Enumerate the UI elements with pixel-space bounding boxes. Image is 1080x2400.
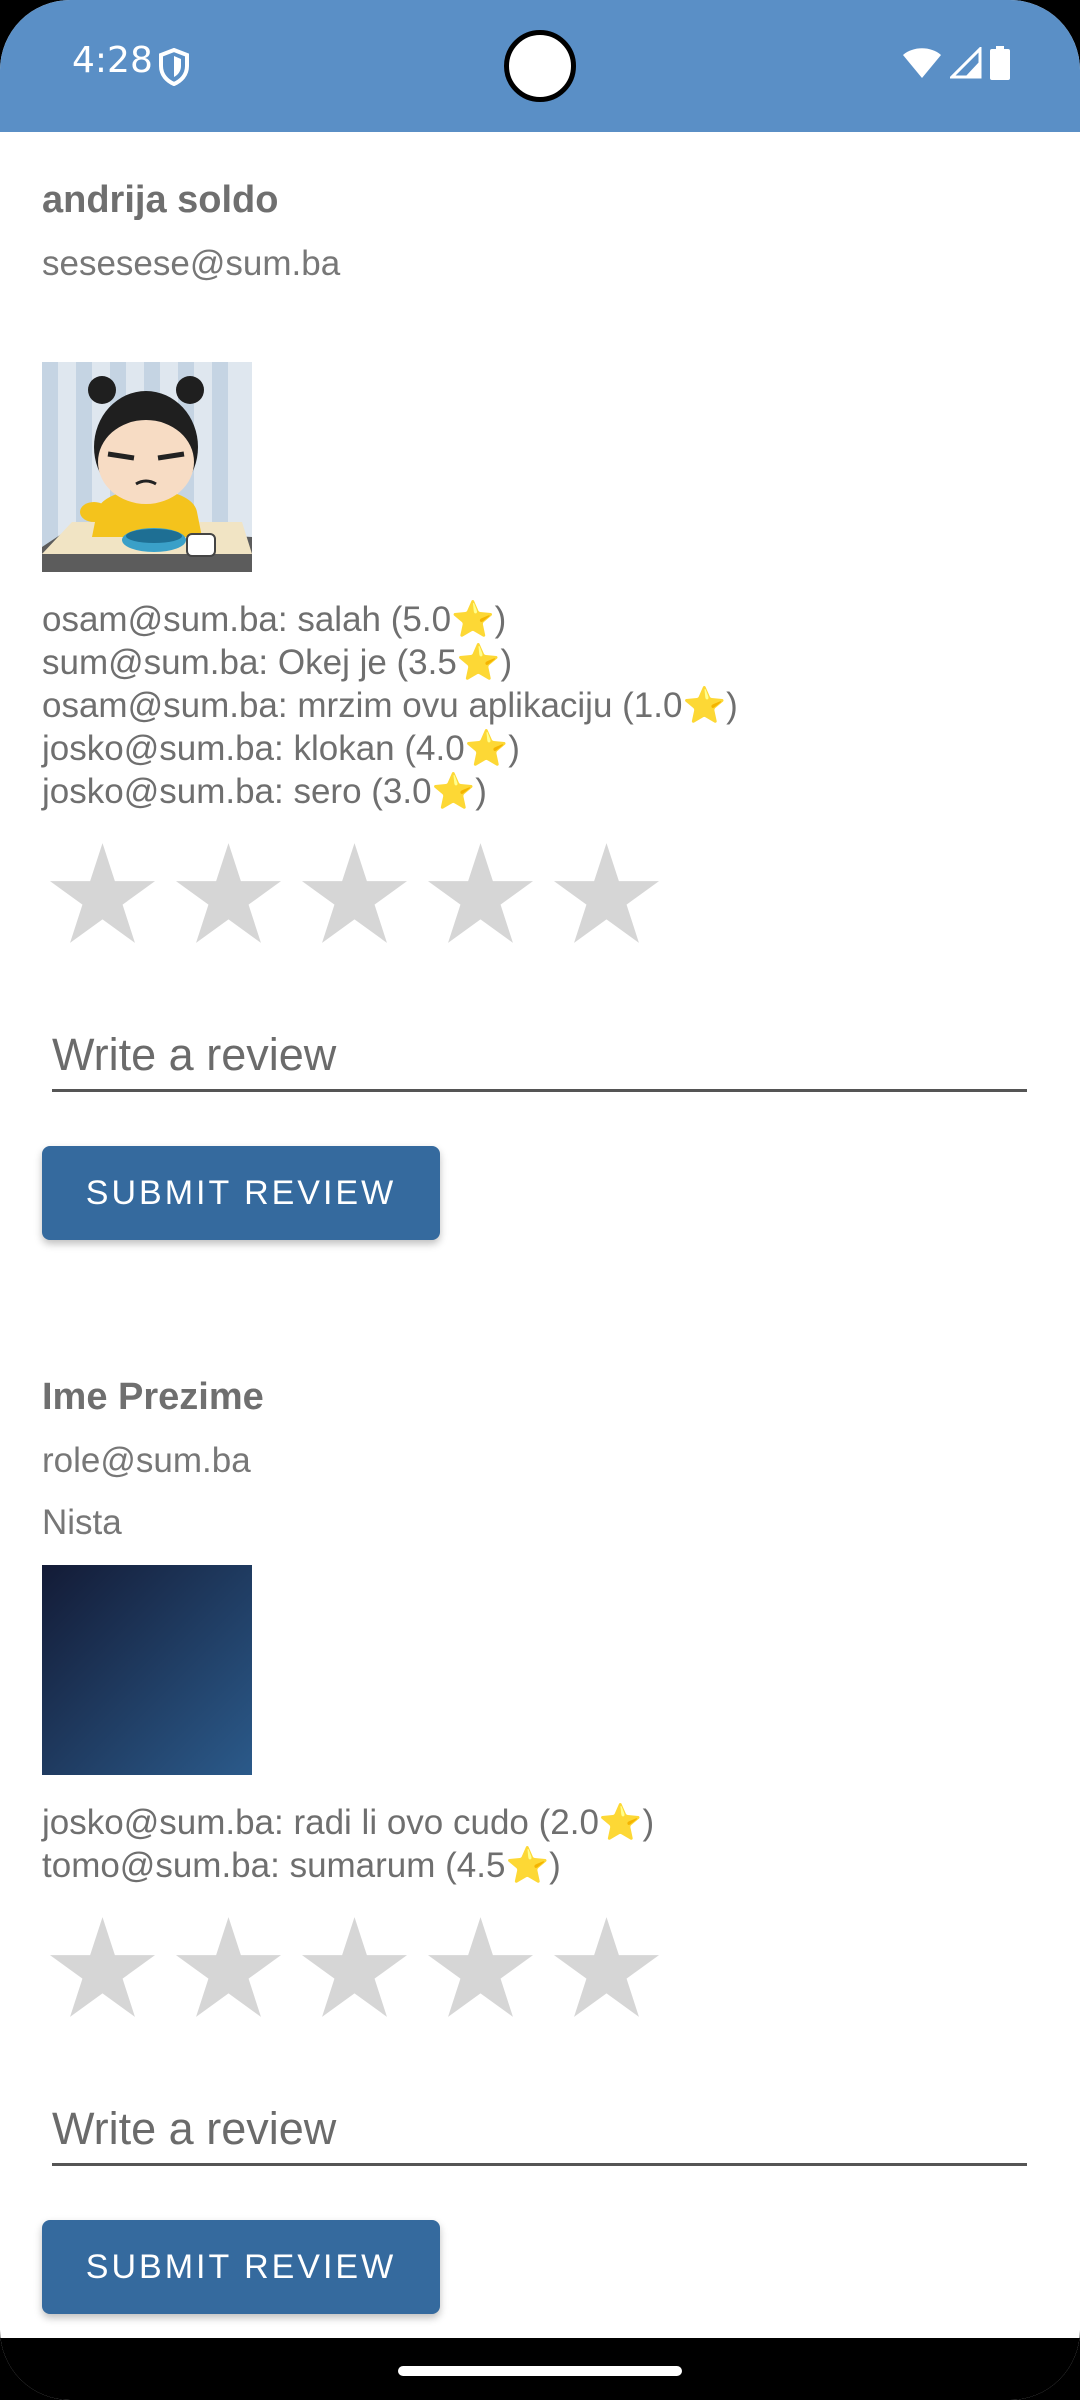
profile-card: andrija soldo sesesese@sum.ba osam@sum.b… xyxy=(42,178,1042,1240)
cellular-signal-icon xyxy=(950,47,982,79)
rating-star-2[interactable] xyxy=(176,1917,281,2017)
review-text: josko@sum.ba: radi li ovo cudo (2.0 xyxy=(42,1803,599,1842)
review-input[interactable] xyxy=(52,2095,1027,2166)
rating-bar[interactable] xyxy=(50,1917,1042,2017)
rating-star-1[interactable] xyxy=(50,1917,155,2017)
star-icon xyxy=(176,843,281,943)
rating-star-4[interactable] xyxy=(428,1917,533,2017)
rating-star-2[interactable] xyxy=(176,843,281,943)
phone-screen: 4:28 andrija soldo sesesese@sum.ba osam@… xyxy=(0,0,1080,2400)
star-icon xyxy=(176,1917,281,2017)
star-icon xyxy=(50,1917,155,2017)
review-list: josko@sum.ba: radi li ovo cudo (2.0⭐) to… xyxy=(42,1801,1042,1887)
review-text: sum@sum.ba: Okej je (3.5 xyxy=(42,643,457,682)
review-text: osam@sum.ba: mrzim ovu aplikaciju (1.0 xyxy=(42,686,683,725)
profile-email: role@sum.ba xyxy=(42,1441,251,1480)
review-input[interactable] xyxy=(52,1021,1027,1092)
submit-review-button[interactable]: SUBMIT REVIEW xyxy=(42,2220,440,2314)
wifi-icon xyxy=(903,48,941,78)
star-emoji-icon: ⭐ xyxy=(682,686,727,725)
review-item: josko@sum.ba: sero (3.0⭐) xyxy=(42,770,1042,813)
review-text: osam@sum.ba: salah (5.0 xyxy=(42,600,452,639)
review-item: tomo@sum.ba: sumarum (4.5⭐) xyxy=(42,1844,1042,1887)
review-item: osam@sum.ba: mrzim ovu aplikaciju (1.0⭐) xyxy=(42,684,1042,727)
review-text: tomo@sum.ba: sumarum (4.5 xyxy=(42,1846,506,1885)
star-emoji-icon: ⭐ xyxy=(464,729,509,768)
star-emoji-icon: ⭐ xyxy=(456,643,501,682)
rating-star-1[interactable] xyxy=(50,843,155,943)
rating-star-5[interactable] xyxy=(554,1917,659,2017)
star-icon xyxy=(428,843,533,943)
review-text: josko@sum.ba: sero (3.0 xyxy=(42,772,432,811)
review-text: josko@sum.ba: klokan (4.0 xyxy=(42,729,465,768)
star-emoji-icon: ⭐ xyxy=(598,1803,643,1842)
review-text-close: ) xyxy=(475,772,487,811)
profile-description: Nista xyxy=(42,1503,122,1542)
star-icon xyxy=(554,1917,659,2017)
star-emoji-icon: ⭐ xyxy=(431,772,476,811)
review-text-close: ) xyxy=(549,1846,561,1885)
rating-star-3[interactable] xyxy=(302,1917,407,2017)
review-item: josko@sum.ba: klokan (4.0⭐) xyxy=(42,727,1042,770)
status-time: 4:28 xyxy=(72,40,153,81)
review-text-close: ) xyxy=(494,600,507,639)
profile-card: Ime Prezime role@sum.ba Nista josko@sum.… xyxy=(42,1375,1042,2314)
shield-icon xyxy=(159,48,189,86)
profile-name: Ime Prezime xyxy=(42,1376,264,1418)
submit-review-button[interactable]: SUBMIT REVIEW xyxy=(42,1146,440,1240)
navigation-bar xyxy=(0,2338,1080,2400)
profile-email: sesesese@sum.ba xyxy=(42,244,341,283)
star-icon xyxy=(302,1917,407,2017)
rating-bar[interactable] xyxy=(50,843,1042,943)
star-icon xyxy=(302,843,407,943)
rating-star-4[interactable] xyxy=(428,843,533,943)
camera-cutout xyxy=(504,30,576,102)
star-emoji-icon: ⭐ xyxy=(451,600,495,639)
star-emoji-icon: ⭐ xyxy=(505,1846,550,1885)
review-list: osam@sum.ba: salah (5.0⭐) sum@sum.ba: Ok… xyxy=(42,598,1042,813)
home-indicator[interactable] xyxy=(398,2366,682,2376)
review-item: josko@sum.ba: radi li ovo cudo (2.0⭐) xyxy=(42,1801,1042,1844)
review-item: osam@sum.ba: salah (5.0⭐) xyxy=(42,598,1042,641)
review-item: sum@sum.ba: Okej je (3.5⭐) xyxy=(42,641,1042,684)
star-icon xyxy=(554,843,659,943)
status-bar: 4:28 xyxy=(0,0,1080,132)
status-icons xyxy=(902,46,1010,80)
profile-list[interactable]: andrija soldo sesesese@sum.ba osam@sum.b… xyxy=(0,132,1080,2338)
rating-star-3[interactable] xyxy=(302,843,407,943)
cartoon-avatar-image xyxy=(42,362,252,572)
review-text-close: ) xyxy=(508,729,520,768)
profile-name: andrija soldo xyxy=(42,179,279,221)
dark-blue-gradient-image xyxy=(42,1565,252,1775)
review-text-close: ) xyxy=(642,1803,655,1842)
star-icon xyxy=(428,1917,533,2017)
review-text-close: ) xyxy=(726,686,738,725)
rating-star-5[interactable] xyxy=(554,843,659,943)
battery-icon xyxy=(990,46,1010,80)
star-icon xyxy=(50,843,155,943)
review-text-close: ) xyxy=(500,643,513,682)
